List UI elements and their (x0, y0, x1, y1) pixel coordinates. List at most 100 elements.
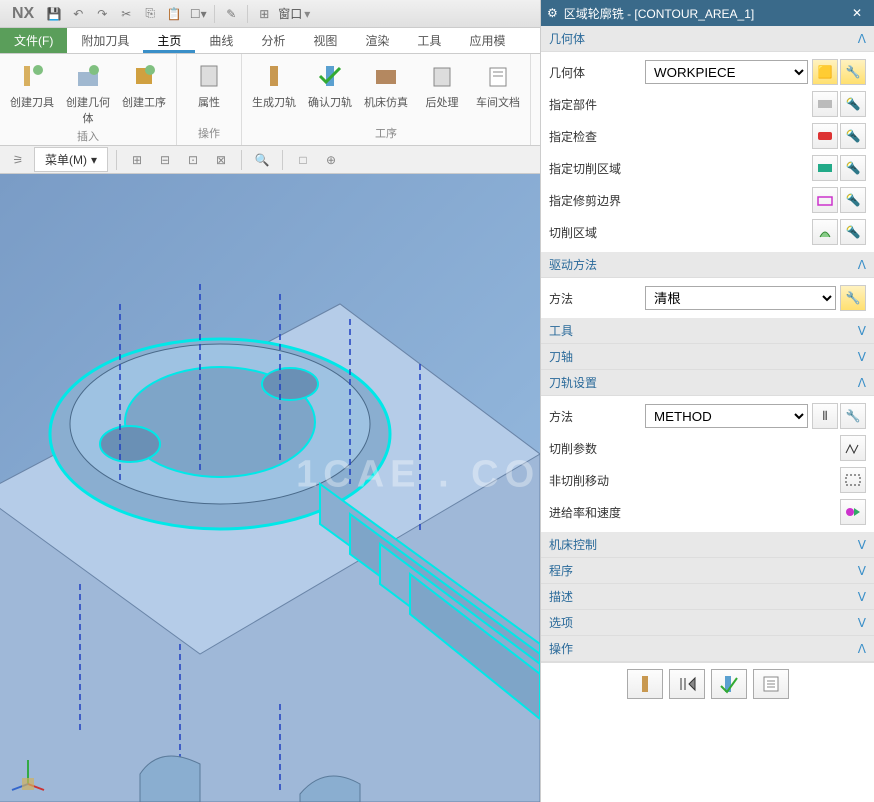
ribbon-group-action: 属性 操作 (177, 54, 242, 145)
chevron-down-icon[interactable]: ▾ (304, 7, 310, 21)
section-options-header[interactable]: 选项 ᐯ (541, 610, 874, 636)
edit-drive-icon[interactable]: 🔧 (840, 285, 866, 311)
row-geometry: 几何体 WORKPIECE 🟨 🔧 (541, 56, 874, 88)
cut-area-icon[interactable] (812, 219, 838, 245)
post-process-button[interactable]: 后处理 (416, 58, 468, 112)
box-select-icon[interactable]: □ (291, 148, 315, 172)
side-panel: ⚙ 区域轮廓铣 - [CONTOUR_AREA_1] ✕ 几何体 ᐱ 几何体 W… (540, 0, 874, 802)
create-tool-icon (16, 60, 48, 92)
create-geometry-icon (72, 60, 104, 92)
method-select[interactable]: METHOD (645, 404, 808, 428)
triad-icon[interactable] (8, 754, 48, 794)
gear-icon[interactable]: ⚙ (547, 6, 558, 20)
menu-button[interactable]: 菜单(M) ▾ (34, 147, 108, 172)
chevron-down-icon: ᐯ (858, 350, 866, 364)
generate-button[interactable] (627, 669, 663, 699)
method-inherit-icon[interactable]: ⫴ (812, 403, 838, 429)
chevron-down-icon: ▾ (91, 153, 97, 167)
drive-method-select[interactable]: 清根 (645, 286, 836, 310)
chevron-up-icon: ᐱ (858, 642, 866, 656)
separator (241, 150, 242, 170)
display-part-icon[interactable]: 🔦 (840, 91, 866, 117)
specify-check-icon[interactable] (812, 123, 838, 149)
eraser-icon[interactable]: ✎ (220, 3, 242, 25)
create-operation-button[interactable]: 创建工序 (118, 58, 170, 128)
separator (116, 150, 117, 170)
section-drive-method-header[interactable]: 驱动方法 ᐱ (541, 252, 874, 278)
display-trim-icon[interactable]: 🔦 (840, 187, 866, 213)
specify-part-icon[interactable] (812, 91, 838, 117)
generate-toolpath-button[interactable]: 生成刀轨 (248, 58, 300, 112)
geometry-select[interactable]: WORKPIECE (645, 60, 808, 84)
separator (282, 150, 283, 170)
save-icon[interactable]: 💾 (43, 3, 65, 25)
touch-icon[interactable]: ☐▾ (187, 3, 209, 25)
section-tool-axis-header[interactable]: 刀轴 ᐯ (541, 344, 874, 370)
tab-analysis[interactable]: 分析 (247, 28, 299, 53)
specify-trim-icon[interactable] (812, 187, 838, 213)
replay-button[interactable] (669, 669, 705, 699)
panel-title: 区域轮廓铣 - [CONTOUR_AREA_1] (564, 5, 754, 22)
properties-button[interactable]: 属性 (183, 58, 235, 112)
generate-toolpath-icon (258, 60, 290, 92)
display-check-icon[interactable]: 🔦 (840, 123, 866, 149)
feeds-speeds-icon[interactable] (840, 499, 866, 525)
tab-curve[interactable]: 曲线 (195, 28, 247, 53)
display-cut-area-icon[interactable]: 🔦 (840, 155, 866, 181)
group-title: 工序 (248, 125, 524, 141)
app-logo: NX (4, 5, 42, 23)
chevron-up-icon: ᐱ (858, 376, 866, 390)
verify-toolpath-button[interactable]: 确认刀轨 (304, 58, 356, 112)
display-cut-region-icon[interactable]: 🔦 (840, 219, 866, 245)
chevron-up-icon: ᐱ (858, 258, 866, 272)
verify-toolpath-icon (314, 60, 346, 92)
machine-sim-button[interactable]: 机床仿真 (360, 58, 412, 112)
specify-cut-area-icon[interactable] (812, 155, 838, 181)
non-cut-moves-icon[interactable] (840, 467, 866, 493)
cut-icon[interactable]: ✂ (115, 3, 137, 25)
undo-icon[interactable]: ↶ (67, 3, 89, 25)
cut-params-icon[interactable] (840, 435, 866, 461)
tab-view[interactable]: 视图 (299, 28, 351, 53)
close-icon[interactable]: ✕ (846, 6, 868, 20)
program-order-icon[interactable]: ⊞ (125, 148, 149, 172)
copy-icon[interactable]: ⎘ (139, 3, 161, 25)
create-tool-button[interactable]: 创建刀具 (6, 58, 58, 128)
machine-tool-icon[interactable]: ⊟ (153, 148, 177, 172)
machining-method-icon[interactable]: ⊠ (209, 148, 233, 172)
find-icon[interactable]: 🔍 (250, 148, 274, 172)
tab-addon-tool[interactable]: 附加刀具 (67, 28, 143, 53)
post-process-icon (426, 60, 458, 92)
tab-tools[interactable]: 工具 (403, 28, 455, 53)
tab-render[interactable]: 渲染 (351, 28, 403, 53)
separator (247, 5, 248, 23)
window-label[interactable]: 窗口 (278, 5, 302, 22)
window-icon[interactable]: ⊞ (253, 3, 275, 25)
group-title: 插入 (6, 128, 170, 144)
tab-file[interactable]: 文件(F) (0, 28, 67, 53)
row-feeds: 进给率和速度 (541, 496, 874, 528)
new-geometry-icon[interactable]: 🟨 (812, 59, 838, 85)
shop-doc-button[interactable]: 车间文档 (472, 58, 524, 112)
create-geometry-button[interactable]: 创建几何体 (62, 58, 114, 128)
paste-icon[interactable]: 📋 (163, 3, 185, 25)
tab-home[interactable]: 主页 (143, 28, 195, 53)
section-tool-header[interactable]: 工具 ᐯ (541, 318, 874, 344)
list-button[interactable] (753, 669, 789, 699)
section-program-header[interactable]: 程序 ᐯ (541, 558, 874, 584)
chevron-down-icon: ᐯ (858, 324, 866, 338)
section-description-header[interactable]: 描述 ᐯ (541, 584, 874, 610)
verify-button[interactable] (711, 669, 747, 699)
section-geometry-header[interactable]: 几何体 ᐱ (541, 26, 874, 52)
add-select-icon[interactable]: ⊕ (319, 148, 343, 172)
section-path-settings-header[interactable]: 刀轨设置 ᐱ (541, 370, 874, 396)
section-machine-ctrl-header[interactable]: 机床控制 ᐯ (541, 532, 874, 558)
redo-icon[interactable]: ↷ (91, 3, 113, 25)
viewport-watermark: 1CAE . COM (296, 454, 578, 497)
method-edit-icon[interactable]: 🔧 (840, 403, 866, 429)
tab-application[interactable]: 应用模 (455, 28, 519, 53)
edit-geometry-icon[interactable]: 🔧 (840, 59, 866, 85)
geometry-view-icon[interactable]: ⊡ (181, 148, 205, 172)
section-operation-header[interactable]: 操作 ᐱ (541, 636, 874, 662)
filter-icon[interactable]: ⚞ (6, 148, 30, 172)
